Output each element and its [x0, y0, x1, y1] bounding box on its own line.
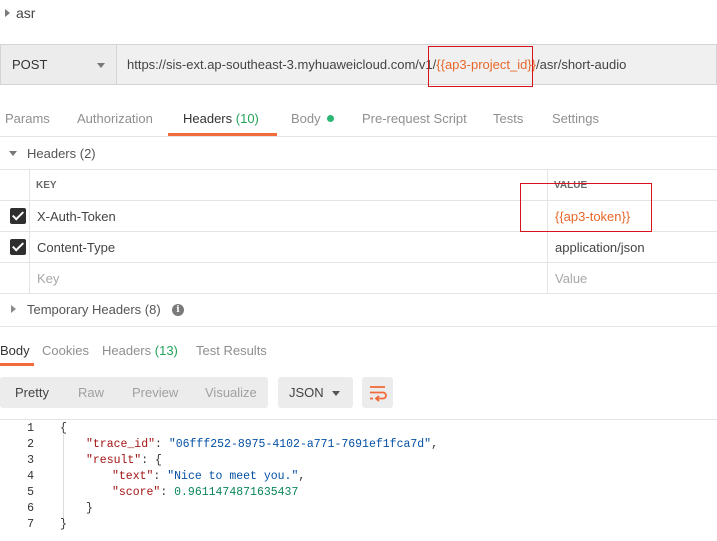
header-key[interactable]: X-Auth-Token — [37, 209, 116, 224]
caret-down-icon[interactable] — [9, 151, 17, 156]
tab-pre-request-script[interactable]: Pre-request Script — [362, 111, 467, 126]
table-row-empty: Key Value — [0, 263, 717, 294]
request-bar: POST https://sis-ext.ap-southeast-3.myhu… — [0, 44, 717, 85]
chevron-down-icon — [97, 63, 105, 68]
tab-params[interactable]: Params — [5, 111, 50, 126]
active-tab-indicator — [168, 133, 277, 136]
wrap-lines-icon — [370, 386, 387, 402]
response-tab-headers-count: (13) — [154, 343, 178, 358]
url-suffix: /asr/short-audio — [536, 57, 627, 72]
code-line: "trace_id": "06fff252-8975-4102-a771-769… — [86, 438, 438, 451]
method-label: POST — [12, 57, 48, 72]
info-icon[interactable]: i — [172, 304, 184, 316]
response-tab-headers-label: Headers — [102, 343, 152, 358]
line-number: 5 — [27, 486, 34, 499]
code-line: "score": 0.9611474871635437 — [112, 486, 299, 499]
code-line: { — [60, 422, 67, 435]
response-tabs: Body Cookies Headers (13) Test Results — [0, 337, 717, 367]
status-dot-icon — [326, 115, 334, 122]
indent-guide — [63, 434, 64, 518]
header-key[interactable]: Content-Type — [37, 240, 115, 255]
tab-body[interactable]: Body — [291, 111, 334, 126]
tab-headers-label: Headers — [183, 111, 233, 126]
chevron-down-icon — [332, 391, 340, 396]
header-value[interactable]: application/json — [555, 240, 645, 255]
url-input[interactable]: https://sis-ext.ap-southeast-3.myhuaweic… — [127, 57, 626, 72]
line-number: 1 — [27, 422, 34, 435]
view-visualize[interactable]: Visualize — [205, 385, 257, 400]
caret-right-icon[interactable] — [11, 305, 16, 313]
request-tabs: Params Authorization Headers (10) Body P… — [0, 106, 717, 137]
line-number: 6 — [27, 502, 34, 515]
view-mode-group: Pretty Raw Preview Visualize — [0, 377, 268, 408]
code-line: } — [86, 502, 93, 515]
language-select[interactable]: JSON — [278, 377, 353, 408]
temporary-headers-title[interactable]: Temporary Headers (8) — [27, 302, 161, 317]
code-line: } — [60, 518, 67, 531]
table-row: Content-Type application/json — [0, 232, 717, 263]
caret-right-icon[interactable] — [5, 9, 10, 17]
tab-headers[interactable]: Headers (10) — [183, 111, 259, 126]
tab-authorization[interactable]: Authorization — [77, 111, 153, 126]
response-tab-cookies[interactable]: Cookies — [42, 343, 89, 358]
line-number: 3 — [27, 454, 34, 467]
language-label: JSON — [289, 385, 324, 400]
headers-section-title[interactable]: Headers (2) — [27, 146, 96, 161]
tab-body-label: Body — [291, 111, 321, 126]
value-placeholder[interactable]: Value — [555, 271, 587, 286]
code-line: "text": "Nice to meet you.", — [112, 470, 306, 483]
collection-row[interactable]: asr — [0, 0, 717, 28]
response-tab-test-results[interactable]: Test Results — [196, 343, 267, 358]
url-prefix: https://sis-ext.ap-southeast-3.myhuaweic… — [127, 57, 437, 72]
method-select[interactable]: POST — [1, 45, 117, 84]
response-body-editor[interactable]: 1 2 3 4 5 6 7 { "trace_id": "06fff252-89… — [0, 419, 717, 541]
line-number: 7 — [27, 518, 34, 531]
response-tab-headers[interactable]: Headers (13) — [102, 343, 178, 358]
line-number: 2 — [27, 438, 34, 451]
active-response-tab-indicator — [0, 363, 34, 366]
key-column-header: KEY — [36, 180, 57, 191]
view-preview[interactable]: Preview — [132, 385, 178, 400]
tab-tests[interactable]: Tests — [493, 111, 523, 126]
view-pretty[interactable]: Pretty — [15, 385, 49, 400]
row-checkbox[interactable] — [10, 239, 26, 255]
response-tab-body[interactable]: Body — [0, 343, 30, 358]
wrap-lines-button[interactable] — [362, 377, 393, 408]
line-number: 4 — [27, 470, 34, 483]
row-checkbox[interactable] — [10, 208, 26, 224]
code-line: "result": { — [86, 454, 162, 467]
tab-settings[interactable]: Settings — [552, 111, 599, 126]
annotation-box-token — [520, 183, 652, 232]
tab-headers-count: (10) — [235, 111, 259, 126]
divider — [0, 326, 717, 327]
collection-name: asr — [16, 5, 36, 21]
annotation-box-project-id — [428, 46, 533, 87]
key-placeholder[interactable]: Key — [37, 271, 59, 286]
view-raw[interactable]: Raw — [78, 385, 104, 400]
